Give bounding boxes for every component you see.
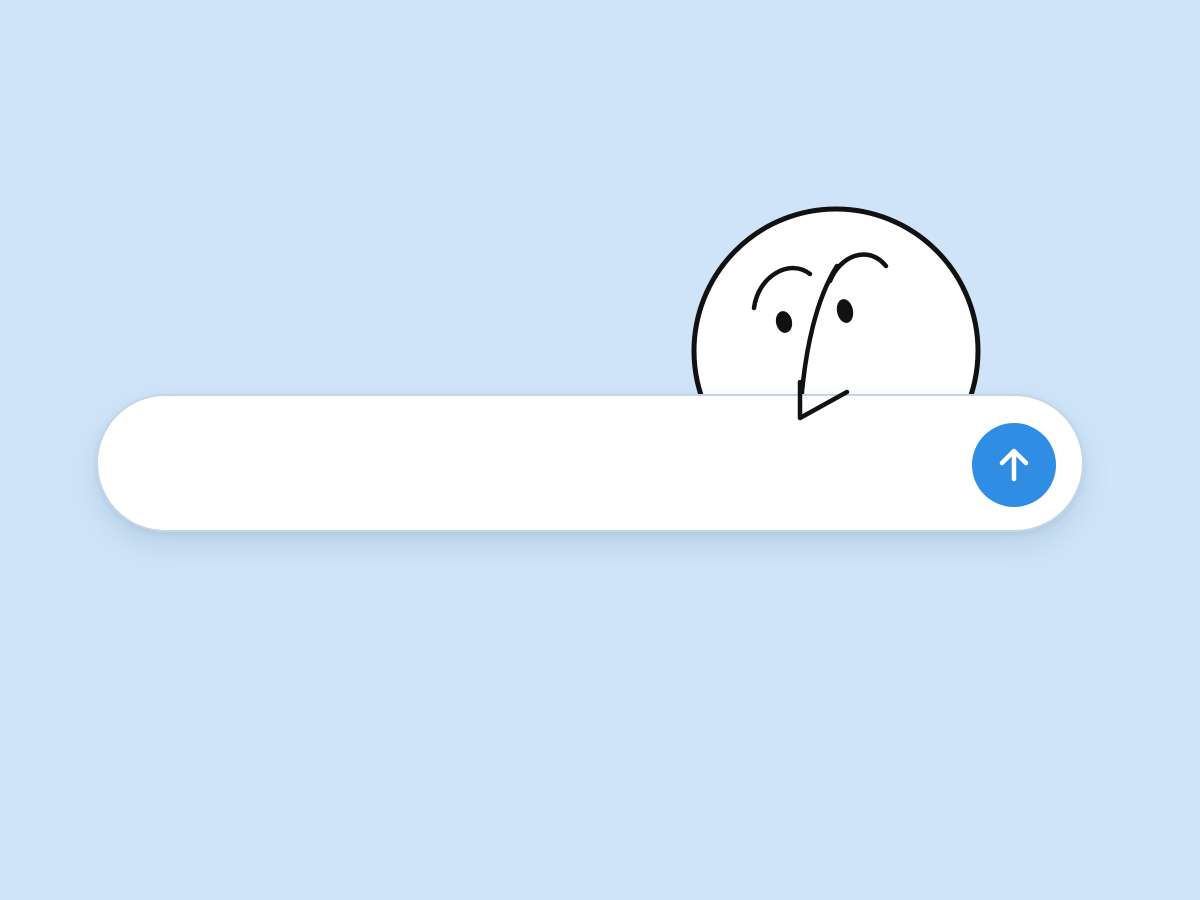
send-button[interactable]	[972, 423, 1056, 507]
arrow-up-icon	[999, 448, 1029, 482]
app-canvas	[0, 0, 1200, 900]
message-composer	[96, 394, 1084, 532]
message-input[interactable]	[142, 440, 942, 486]
